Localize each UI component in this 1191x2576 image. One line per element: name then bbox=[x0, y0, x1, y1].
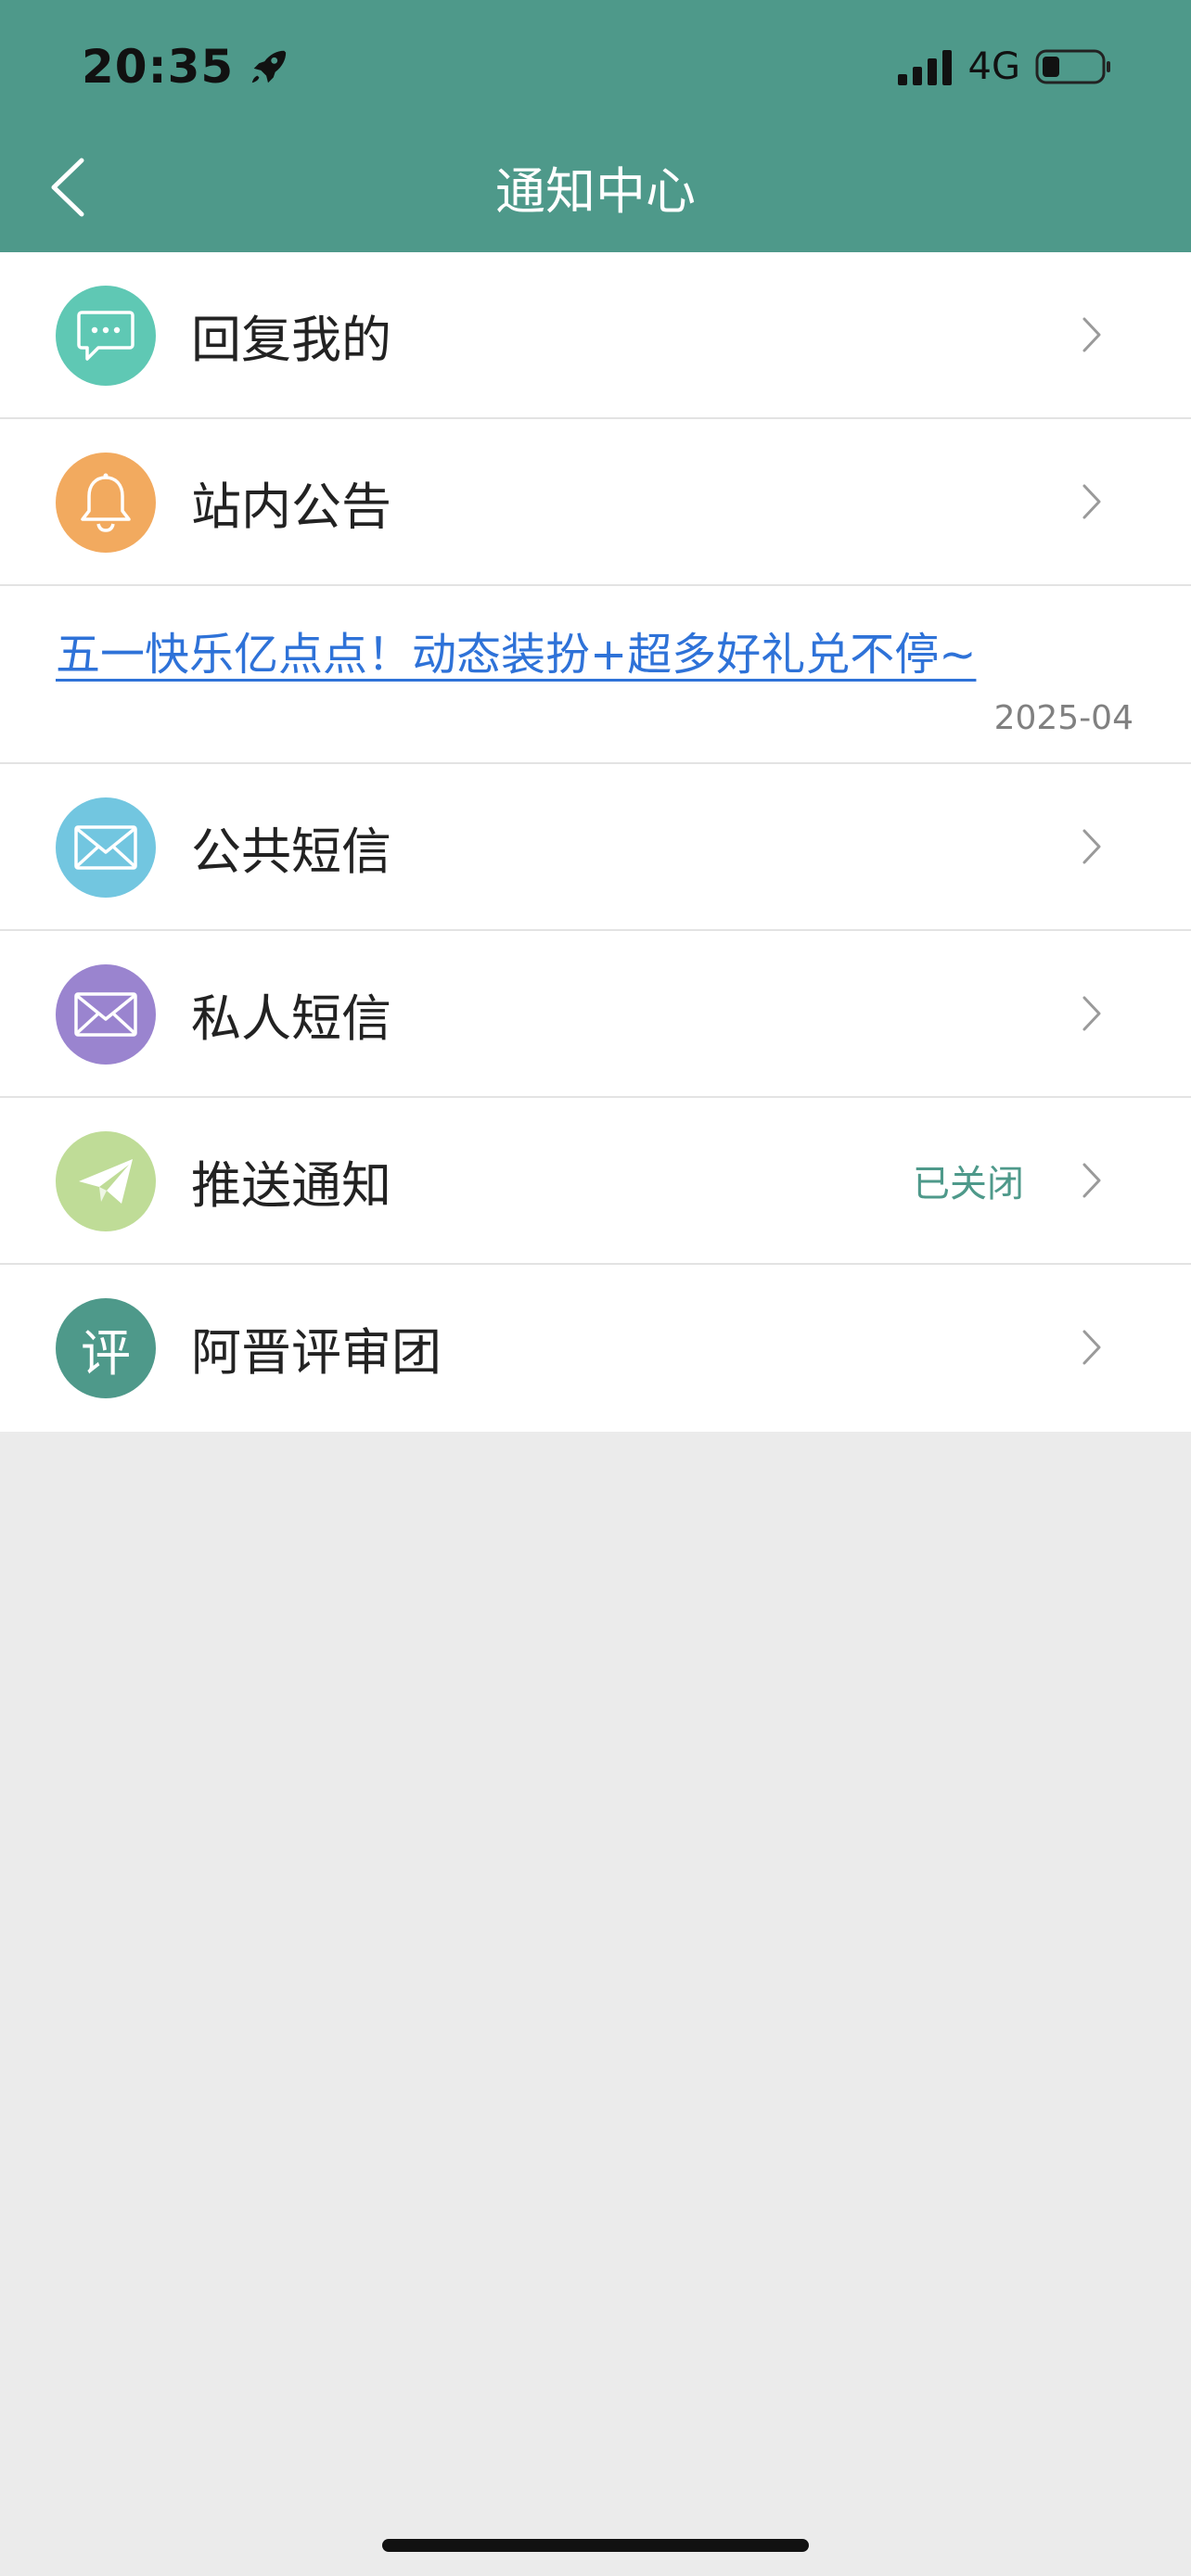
home-indicator[interactable] bbox=[382, 2539, 809, 2552]
list-item-label: 公共短信 bbox=[191, 822, 391, 881]
list-item-review-panel[interactable]: 评 阿晋评审团 bbox=[0, 1265, 1191, 1432]
list-item-announcements[interactable]: 站内公告 bbox=[0, 419, 1191, 586]
review-badge-icon: 评 bbox=[56, 1298, 156, 1398]
list-item-label: 推送通知 bbox=[191, 1155, 391, 1215]
list-item-label: 私人短信 bbox=[191, 988, 391, 1048]
chevron-right-icon bbox=[1082, 1098, 1102, 1263]
list-item-push-notifications[interactable]: 推送通知 已关闭 bbox=[0, 1098, 1191, 1265]
network-type-label: 4G bbox=[967, 45, 1020, 88]
review-badge-text: 评 bbox=[81, 1323, 131, 1383]
chevron-right-icon bbox=[1082, 1265, 1102, 1430]
chevron-right-icon bbox=[1082, 252, 1102, 417]
notification-list: 回复我的 站内公告 五一快乐亿点点！动态装扮+超多好礼兑不停~ 2025-04 bbox=[0, 252, 1191, 1432]
chevron-right-icon bbox=[1082, 419, 1102, 584]
battery-icon bbox=[1035, 48, 1113, 85]
status-bar-time: 20:35 bbox=[82, 37, 289, 96]
list-item-reply[interactable]: 回复我的 bbox=[0, 252, 1191, 419]
rocket-icon bbox=[247, 45, 289, 88]
list-item-label: 站内公告 bbox=[191, 477, 391, 536]
envelope-icon bbox=[56, 797, 156, 898]
paper-plane-icon bbox=[56, 1131, 156, 1231]
envelope-icon bbox=[56, 964, 156, 1065]
header-bar: 20:35 4G 通知中心 bbox=[0, 0, 1191, 252]
push-status-label: 已关闭 bbox=[913, 1163, 1024, 1205]
list-item-private-sms[interactable]: 私人短信 bbox=[0, 931, 1191, 1098]
time-label: 20:35 bbox=[82, 40, 235, 94]
status-bar-right: 4G bbox=[897, 41, 1113, 93]
announcement-link[interactable]: 五一快乐亿点点！动态装扮+超多好礼兑不停~ bbox=[56, 618, 976, 682]
signal-icon bbox=[897, 48, 954, 85]
chat-bubble-icon bbox=[56, 286, 156, 386]
announcement-item: 五一快乐亿点点！动态装扮+超多好礼兑不停~ 2025-04 bbox=[0, 586, 1191, 764]
page-title: 通知中心 bbox=[495, 162, 696, 221]
bell-icon bbox=[56, 453, 156, 553]
chevron-right-icon bbox=[1082, 931, 1102, 1096]
announcement-date: 2025-04 bbox=[993, 699, 1133, 737]
list-item-label: 阿晋评审团 bbox=[191, 1322, 442, 1382]
list-item-label: 回复我的 bbox=[191, 310, 391, 369]
chevron-right-icon bbox=[1082, 764, 1102, 929]
list-item-public-sms[interactable]: 公共短信 bbox=[0, 764, 1191, 931]
